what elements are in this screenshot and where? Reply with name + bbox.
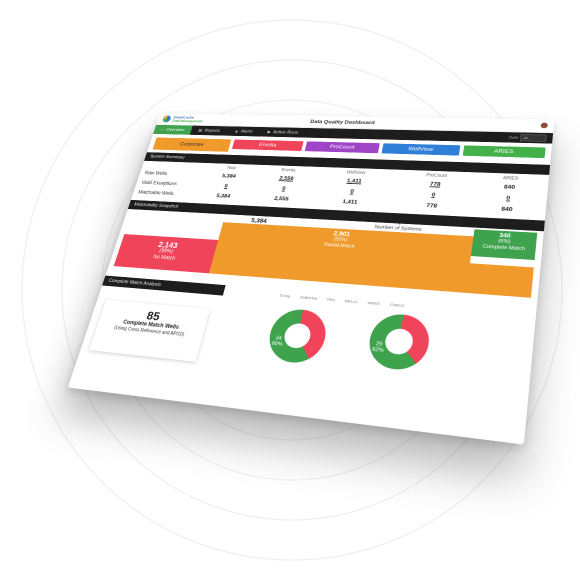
source-button-procount[interactable]: ProCount <box>304 141 380 154</box>
table-cell: 1,411 <box>341 198 358 206</box>
chart-icon: ▤ <box>197 128 203 133</box>
nav-item-overview[interactable]: ⌂ Overview <box>153 124 193 135</box>
nav-item-label: Alerts <box>240 129 254 134</box>
nav-item-label: Reports <box>203 128 221 133</box>
analysis-column: TOTAL <box>278 292 292 299</box>
analysis-column: WELLV <box>344 297 359 304</box>
source-button-enertia[interactable]: Enertia <box>232 139 304 151</box>
nav-item-alerts[interactable]: ▲ Alerts <box>226 126 261 136</box>
analysis-column: CHECK <box>389 301 405 308</box>
donut-1-label: 34 60% <box>271 335 284 348</box>
dashboard-window: SmartCache Data Management Data Quality … <box>67 113 555 445</box>
nav-item-label: Overview <box>165 127 185 133</box>
table-cell: 2,555 <box>273 195 290 203</box>
nav-item-reports[interactable]: ▤ Reports <box>190 126 229 136</box>
donut-2-sub: 62% <box>371 346 385 354</box>
table-cell: 5,384 <box>215 193 231 200</box>
analysis-column: ENERTIA <box>300 294 318 301</box>
home-icon: ⌂ <box>160 127 165 132</box>
date-filter-label: Date <box>508 135 519 140</box>
source-button-wellview[interactable]: WellView <box>381 143 461 156</box>
table-cell: 840 <box>500 206 513 213</box>
source-button-corporate[interactable]: Corporate <box>152 137 232 152</box>
donut-chart-1[interactable]: 34 60% <box>264 307 331 366</box>
no-match-bar[interactable]: 2,143 (39%) No Match <box>113 234 219 274</box>
donut-2-label: 29 62% <box>372 341 385 354</box>
bell-icon: ▲ <box>233 129 240 134</box>
complete-match-bar[interactable]: 340 (6%) Complete Match <box>470 229 538 261</box>
date-filter-select[interactable]: All <box>519 134 547 142</box>
donut-1-sub: 60% <box>271 340 284 348</box>
analysis-column: PDS <box>326 296 336 302</box>
donut-chart-2[interactable]: 29 62% <box>365 312 433 373</box>
source-button-aries[interactable]: ARIES <box>462 145 546 159</box>
nav-item-active-runs[interactable]: ▶ Active Runs <box>259 127 307 138</box>
date-filter: Date All <box>508 132 553 143</box>
analysis-column: ARIES <box>367 299 381 306</box>
run-icon: ▶ <box>266 129 272 135</box>
complete-match-card[interactable]: 85 Complete Match Wells (Using Cross Ref… <box>89 299 211 362</box>
row-label: Matchable Wells <box>137 189 175 197</box>
nav-item-label: Active Runs <box>272 129 299 135</box>
